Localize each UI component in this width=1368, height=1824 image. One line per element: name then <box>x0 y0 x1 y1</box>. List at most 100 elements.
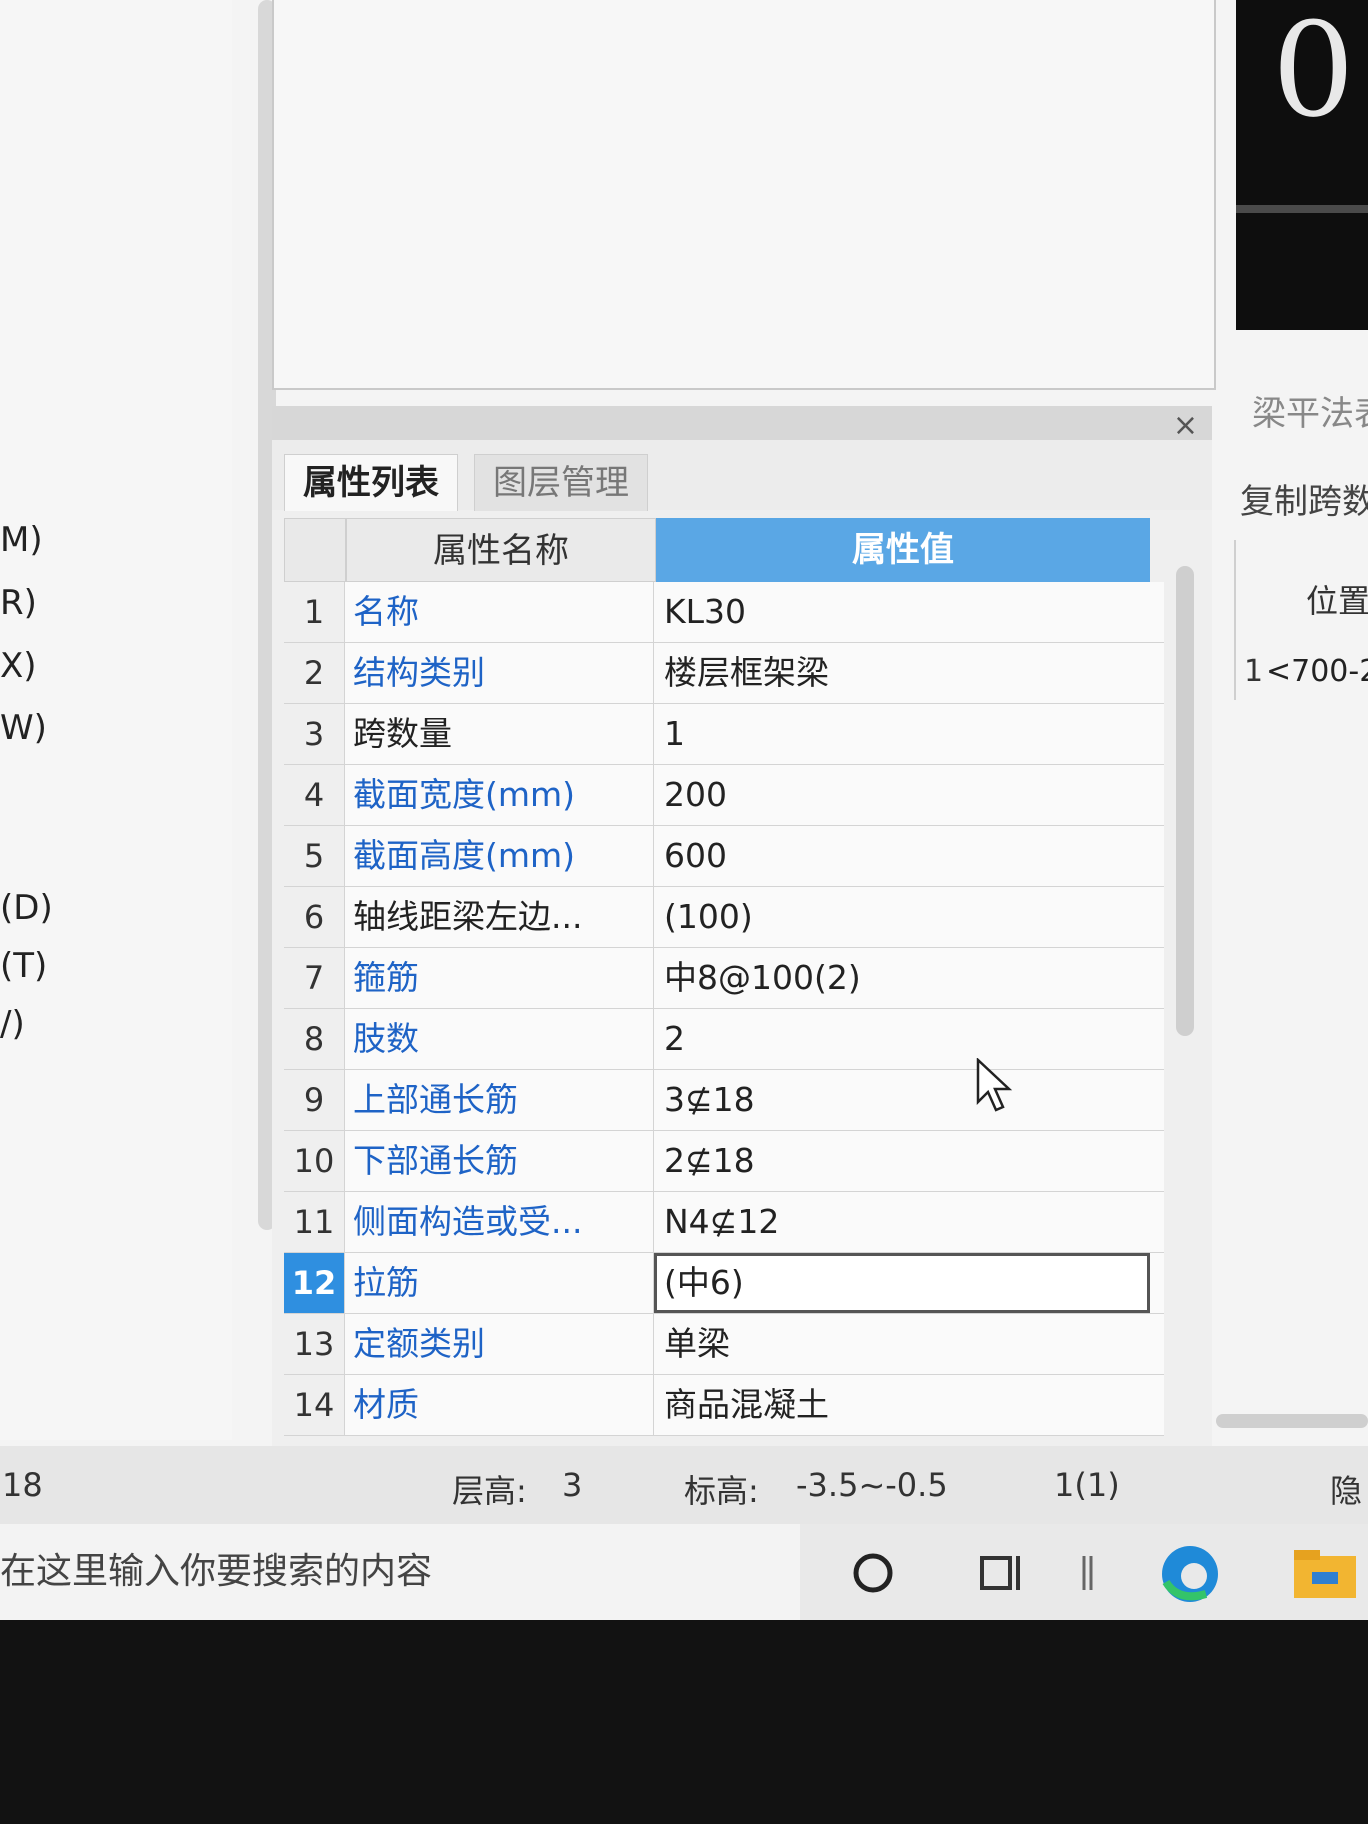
status-left-value: 18 <box>2 1466 43 1504</box>
property-row[interactable]: 1 名称 KL30 <box>284 582 1164 643</box>
left-menu-item[interactable]: (T) <box>0 946 47 986</box>
property-row[interactable]: 4 截面宽度(mm) 200 <box>284 765 1164 826</box>
row-number: 13 <box>284 1314 345 1374</box>
left-menu-item[interactable]: M) <box>0 520 43 560</box>
tab-layer-management[interactable]: 图层管理 <box>474 454 648 511</box>
property-name-header[interactable]: 属性名称 <box>346 518 656 582</box>
property-value[interactable]: KL30 <box>654 582 1150 642</box>
property-value-header[interactable]: 属性值 <box>656 518 1150 582</box>
task-view-icon[interactable] <box>978 1550 1026 1596</box>
property-value[interactable]: 200 <box>654 765 1150 825</box>
row-number: 14 <box>284 1375 345 1435</box>
floor-height-label: 层高: <box>452 1472 527 1510</box>
property-row[interactable]: 13 定额类别 单梁 <box>284 1314 1164 1375</box>
property-row[interactable]: 3 跨数量 1 <box>284 704 1164 765</box>
divider-icon <box>1082 1556 1093 1590</box>
beam-table: 位置 1 <700-2 <box>1234 540 1368 700</box>
row-number: 10 <box>284 1131 345 1191</box>
row-number: 4 <box>284 765 345 825</box>
preview-area <box>272 0 1216 390</box>
mouse-cursor-icon <box>976 1058 1013 1112</box>
position-column-header: 位置 <box>1306 582 1368 620</box>
property-value[interactable]: N4⊈12 <box>654 1192 1150 1252</box>
row-number: 6 <box>284 887 345 947</box>
monitor-bezel <box>0 1620 1368 1824</box>
row-number: 1 <box>284 582 345 642</box>
property-value[interactable]: 600 <box>654 826 1150 886</box>
taskbar-search-box[interactable]: 在这里输入你要搜索的内容 <box>0 1524 800 1620</box>
elevation-label: 标高: <box>684 1472 759 1510</box>
row-number: 1 <box>1244 654 1264 689</box>
screen: M) R) X) W) (D) (T) /) × 属性列表 图层管理 属性名称 … <box>0 0 1368 1620</box>
edge-icon[interactable] <box>1158 1542 1222 1606</box>
cad-divider <box>1236 205 1368 213</box>
property-name: 侧面构造或受... <box>345 1192 654 1252</box>
property-value[interactable]: 商品混凝土 <box>654 1375 1150 1435</box>
property-name: 材质 <box>345 1375 654 1435</box>
status-right[interactable]: 隐 <box>1330 1466 1362 1512</box>
property-value[interactable]: 单梁 <box>654 1314 1150 1374</box>
left-menu-item[interactable]: W) <box>0 708 47 748</box>
selection-count: 1(1) <box>1054 1466 1120 1504</box>
property-name: 截面宽度(mm) <box>345 765 654 825</box>
property-row[interactable]: 9 上部通长筋 3⊈18 <box>284 1070 1164 1131</box>
row-number: 7 <box>284 948 345 1008</box>
left-menu: M) R) X) W) (D) (T) /) <box>0 0 232 1440</box>
property-value[interactable]: 3⊈18 <box>654 1070 1150 1130</box>
property-row[interactable]: 8 肢数 2 <box>284 1009 1164 1070</box>
property-row[interactable]: 7 箍筋 中8@100(2) <box>284 948 1164 1009</box>
row-number-header <box>284 518 346 582</box>
cad-label: 01 <box>1272 0 1368 146</box>
property-name: 箍筋 <box>345 948 654 1008</box>
row-number: 5 <box>284 826 345 886</box>
position-cell[interactable]: <700-2 <box>1266 654 1368 689</box>
left-menu-item[interactable]: R) <box>0 583 37 623</box>
property-grid: 属性名称 属性值 1 名称 KL30 2 结构类别 楼层框架梁 3 跨数量 1 … <box>284 518 1164 1436</box>
left-menu-item[interactable]: (D) <box>0 888 53 928</box>
property-value[interactable]: 2 <box>654 1009 1150 1069</box>
floor-height-value: 3 <box>562 1466 583 1504</box>
property-name: 定额类别 <box>345 1314 654 1374</box>
grid-header: 属性名称 属性值 <box>284 518 1164 582</box>
property-name: 拉筋 <box>345 1253 654 1313</box>
left-menu-item[interactable]: X) <box>0 646 37 686</box>
property-name: 截面高度(mm) <box>345 826 654 886</box>
row-number: 12 <box>284 1253 345 1313</box>
row-number: 3 <box>284 704 345 764</box>
file-explorer-icon[interactable] <box>1290 1542 1360 1606</box>
right-panel-scrollbar[interactable] <box>1216 1414 1368 1428</box>
property-value[interactable]: 2⊈18 <box>654 1131 1150 1191</box>
property-name: 名称 <box>345 582 654 642</box>
beam-table-title: 梁平法表 <box>1252 394 1368 434</box>
property-row[interactable]: 5 截面高度(mm) 600 <box>284 826 1164 887</box>
property-value[interactable]: 中8@100(2) <box>654 948 1150 1008</box>
cad-viewport[interactable]: 01 <box>1236 0 1368 330</box>
taskbar: 在这里输入你要搜索的内容 <box>0 1524 1368 1620</box>
property-value[interactable]: 1 <box>654 704 1150 764</box>
left-menu-item[interactable]: /) <box>0 1004 25 1044</box>
property-row[interactable]: 14 材质 商品混凝土 <box>284 1375 1164 1436</box>
row-number: 2 <box>284 643 345 703</box>
property-row[interactable]: 6 轴线距梁左边... (100) <box>284 887 1164 948</box>
property-row[interactable]: 11 侧面构造或受... N4⊈12 <box>284 1192 1164 1253</box>
copy-span-button[interactable]: 复制跨数 <box>1240 474 1368 523</box>
property-name: 结构类别 <box>345 643 654 703</box>
property-row-selected[interactable]: 12 拉筋 (中6) <box>284 1253 1164 1314</box>
panel-titlebar[interactable]: × <box>272 406 1212 443</box>
property-value-editor[interactable]: (中6) <box>654 1253 1150 1313</box>
panel-tabs: 属性列表 图层管理 <box>272 440 1212 511</box>
cortana-icon[interactable] <box>850 1550 896 1596</box>
status-bar: 18 层高: 3 标高: -3.5~-0.5 1(1) 隐 <box>0 1446 1368 1524</box>
property-row[interactable]: 2 结构类别 楼层框架梁 <box>284 643 1164 704</box>
property-value[interactable]: 楼层框架梁 <box>654 643 1150 703</box>
property-name: 下部通长筋 <box>345 1131 654 1191</box>
property-name: 轴线距梁左边... <box>345 887 654 947</box>
property-row[interactable]: 10 下部通长筋 2⊈18 <box>284 1131 1164 1192</box>
property-panel: × 属性列表 图层管理 属性名称 属性值 1 名称 KL30 2 结构类别 楼层… <box>272 406 1212 1446</box>
grid-scrollbar[interactable] <box>1176 566 1194 1036</box>
row-number: 8 <box>284 1009 345 1069</box>
close-button[interactable]: × <box>1173 408 1198 443</box>
property-value[interactable]: (100) <box>654 887 1150 947</box>
tab-property-list[interactable]: 属性列表 <box>284 454 458 511</box>
property-name: 上部通长筋 <box>345 1070 654 1130</box>
